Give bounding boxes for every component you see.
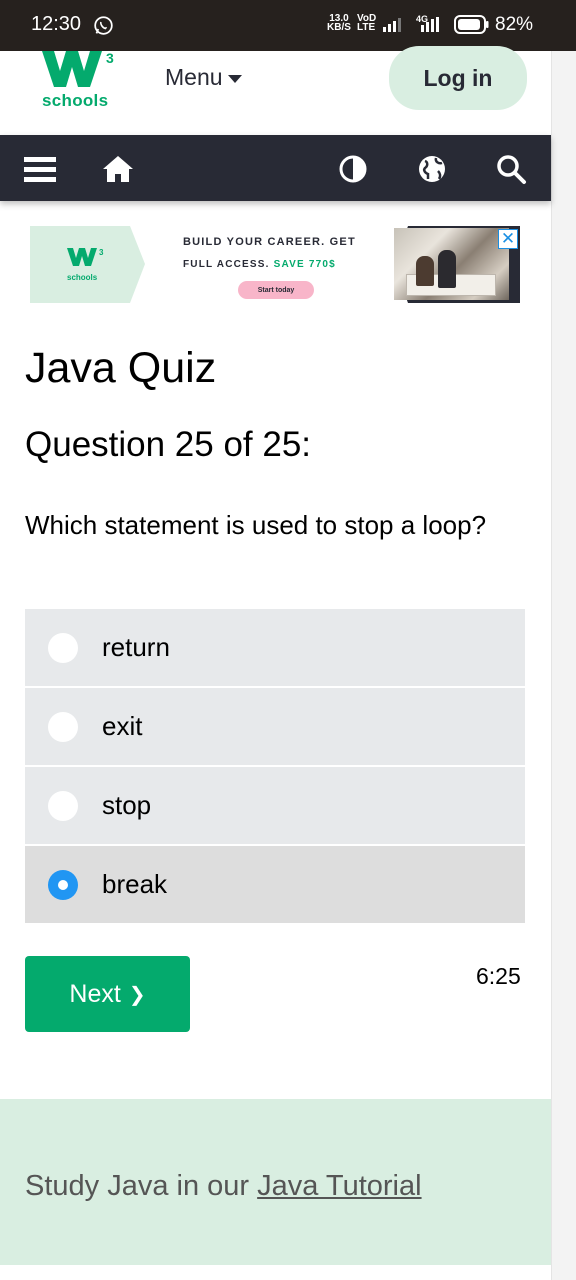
- status-time: 12:30: [31, 13, 82, 35]
- ad-headline: BUILD YOUR CAREER. GET: [183, 236, 356, 248]
- answer-label: exit: [102, 711, 143, 741]
- contrast-icon[interactable]: [337, 153, 369, 185]
- footer-prefix: Study Java in our: [25, 1170, 258, 1202]
- answer-options: return exit stop break: [25, 609, 525, 925]
- page-edge: [551, 51, 576, 1280]
- next-label: Next: [69, 979, 121, 1008]
- answer-label: return: [102, 632, 170, 662]
- ad-subline: FULL ACCESS. SAVE 770$: [183, 259, 336, 270]
- globe-icon[interactable]: [416, 153, 448, 185]
- svg-text:3: 3: [99, 248, 104, 257]
- quiz-timer: 6:25: [476, 963, 521, 989]
- answer-option-selected[interactable]: break: [25, 846, 525, 923]
- radio-button[interactable]: [48, 711, 78, 742]
- answer-label: break: [102, 869, 168, 899]
- top-navbar: [0, 135, 551, 201]
- question-counter: Question 25 of 25:: [25, 425, 312, 464]
- speed-unit: KB/S: [327, 22, 351, 33]
- answer-option[interactable]: return: [25, 609, 525, 686]
- home-icon[interactable]: [102, 153, 134, 185]
- page-title: Java Quiz: [25, 344, 217, 392]
- java-tutorial-link[interactable]: Java Tutorial: [257, 1170, 421, 1202]
- network-speed: 13.0 KB/S: [327, 14, 351, 33]
- login-button[interactable]: Log in: [389, 46, 527, 110]
- whatsapp-icon: [94, 16, 113, 35]
- chevron-right-icon: ❯: [128, 983, 146, 1006]
- question-text: Which statement is used to stop a loop?: [25, 510, 487, 540]
- next-button[interactable]: Next ❯: [25, 956, 190, 1032]
- screen: 12:30 13.0 KB/S VoD LTE 4G 82% 3 schools…: [0, 0, 576, 1280]
- w3schools-logo[interactable]: 3 schools: [40, 51, 118, 113]
- svg-text:3: 3: [106, 51, 114, 66]
- search-icon[interactable]: [495, 153, 527, 185]
- ad-close-icon[interactable]: ✕: [498, 229, 518, 249]
- volte-indicator: VoD LTE: [357, 14, 376, 33]
- ad-w3-logo-icon: 3: [67, 248, 104, 266]
- radio-button[interactable]: [48, 790, 78, 821]
- ad-photo: [394, 228, 509, 300]
- login-label: Log in: [423, 64, 493, 91]
- logo-text: schools: [42, 91, 109, 110]
- ad-logo-text: schools: [67, 273, 98, 282]
- answer-label: stop: [102, 790, 152, 820]
- ad-cta-button[interactable]: Start today: [238, 281, 314, 299]
- menu-label: Menu: [165, 64, 223, 90]
- menu-icon[interactable]: [24, 153, 56, 185]
- answer-option[interactable]: stop: [25, 767, 525, 844]
- signal-icon-2: [421, 17, 439, 32]
- site-header: 3 schools Menu Log in: [0, 46, 551, 135]
- ad-discount: SAVE 770$: [273, 259, 336, 270]
- ad-subline-text: FULL ACCESS.: [183, 259, 270, 270]
- radio-button[interactable]: [48, 632, 78, 663]
- menu-button[interactable]: Menu: [165, 64, 242, 91]
- footer-text: Study Java in our Java Tutorial: [25, 1170, 422, 1203]
- status-bar: 12:30 13.0 KB/S VoD LTE 4G 82%: [0, 0, 576, 51]
- signal-icon: [383, 18, 401, 32]
- battery-percent: 82%: [495, 14, 534, 35]
- radio-button-checked[interactable]: [48, 869, 78, 900]
- caret-down-icon: [227, 74, 242, 83]
- answer-option[interactable]: exit: [25, 688, 525, 765]
- battery-icon: [454, 15, 489, 34]
- w3-logo-icon: 3: [42, 51, 114, 87]
- volte-bottom: LTE: [357, 22, 376, 33]
